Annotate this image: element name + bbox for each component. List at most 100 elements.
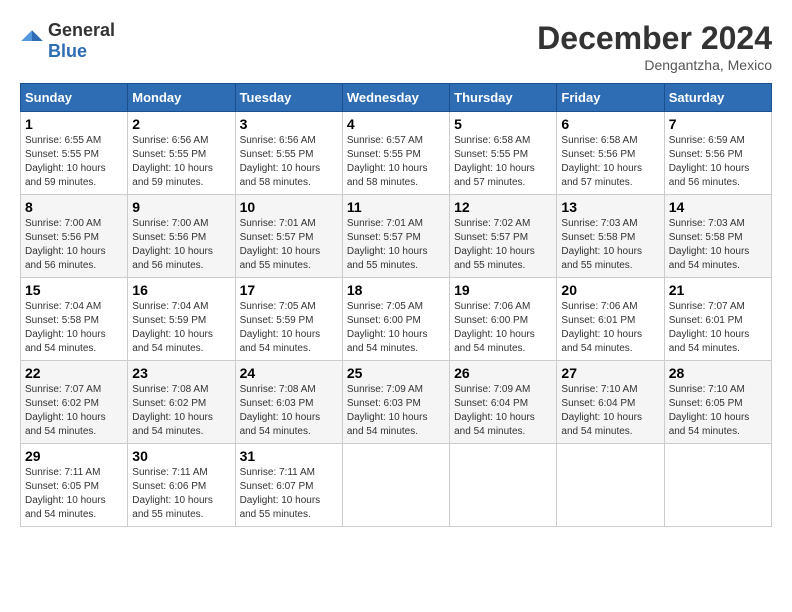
calendar-week-row: 15 Sunrise: 7:04 AM Sunset: 5:58 PM Dayl…	[21, 278, 772, 361]
col-tuesday: Tuesday	[235, 84, 342, 112]
calendar-week-row: 1 Sunrise: 6:55 AM Sunset: 5:55 PM Dayli…	[21, 112, 772, 195]
table-row: 16 Sunrise: 7:04 AM Sunset: 5:59 PM Dayl…	[128, 278, 235, 361]
day-number: 1	[25, 116, 123, 132]
day-number: 12	[454, 199, 552, 215]
day-number: 15	[25, 282, 123, 298]
day-info: Sunrise: 7:07 AM Sunset: 6:01 PM Dayligh…	[669, 300, 767, 356]
calendar-week-row: 22 Sunrise: 7:07 AM Sunset: 6:02 PM Dayl…	[21, 361, 772, 444]
day-info: Sunrise: 7:05 AM Sunset: 5:59 PM Dayligh…	[240, 300, 338, 356]
table-row: 20 Sunrise: 7:06 AM Sunset: 6:01 PM Dayl…	[557, 278, 664, 361]
day-info: Sunrise: 7:09 AM Sunset: 6:04 PM Dayligh…	[454, 383, 552, 439]
day-info: Sunrise: 7:03 AM Sunset: 5:58 PM Dayligh…	[561, 217, 659, 273]
subtitle: Dengantzha, Mexico	[537, 57, 772, 73]
day-number: 11	[347, 199, 445, 215]
day-info: Sunrise: 6:59 AM Sunset: 5:56 PM Dayligh…	[669, 134, 767, 190]
day-info: Sunrise: 7:07 AM Sunset: 6:02 PM Dayligh…	[25, 383, 123, 439]
day-number: 3	[240, 116, 338, 132]
day-info: Sunrise: 6:55 AM Sunset: 5:55 PM Dayligh…	[25, 134, 123, 190]
col-thursday: Thursday	[450, 84, 557, 112]
table-row: 29 Sunrise: 7:11 AM Sunset: 6:05 PM Dayl…	[21, 444, 128, 527]
day-number: 10	[240, 199, 338, 215]
table-row: 19 Sunrise: 7:06 AM Sunset: 6:00 PM Dayl…	[450, 278, 557, 361]
table-row	[342, 444, 449, 527]
title-area: December 2024 Dengantzha, Mexico	[537, 20, 772, 73]
day-info: Sunrise: 7:06 AM Sunset: 6:01 PM Dayligh…	[561, 300, 659, 356]
day-number: 31	[240, 448, 338, 464]
day-number: 29	[25, 448, 123, 464]
calendar: Sunday Monday Tuesday Wednesday Thursday…	[20, 83, 772, 527]
table-row: 30 Sunrise: 7:11 AM Sunset: 6:06 PM Dayl…	[128, 444, 235, 527]
day-info: Sunrise: 6:57 AM Sunset: 5:55 PM Dayligh…	[347, 134, 445, 190]
table-row: 8 Sunrise: 7:00 AM Sunset: 5:56 PM Dayli…	[21, 195, 128, 278]
table-row: 5 Sunrise: 6:58 AM Sunset: 5:55 PM Dayli…	[450, 112, 557, 195]
day-number: 25	[347, 365, 445, 381]
day-info: Sunrise: 7:10 AM Sunset: 6:05 PM Dayligh…	[669, 383, 767, 439]
day-number: 4	[347, 116, 445, 132]
day-number: 5	[454, 116, 552, 132]
table-row: 7 Sunrise: 6:59 AM Sunset: 5:56 PM Dayli…	[664, 112, 771, 195]
day-info: Sunrise: 7:00 AM Sunset: 5:56 PM Dayligh…	[25, 217, 123, 273]
table-row: 17 Sunrise: 7:05 AM Sunset: 5:59 PM Dayl…	[235, 278, 342, 361]
table-row: 26 Sunrise: 7:09 AM Sunset: 6:04 PM Dayl…	[450, 361, 557, 444]
table-row: 3 Sunrise: 6:56 AM Sunset: 5:55 PM Dayli…	[235, 112, 342, 195]
day-number: 30	[132, 448, 230, 464]
table-row: 18 Sunrise: 7:05 AM Sunset: 6:00 PM Dayl…	[342, 278, 449, 361]
col-friday: Friday	[557, 84, 664, 112]
day-info: Sunrise: 7:04 AM Sunset: 5:58 PM Dayligh…	[25, 300, 123, 356]
table-row: 1 Sunrise: 6:55 AM Sunset: 5:55 PM Dayli…	[21, 112, 128, 195]
day-number: 27	[561, 365, 659, 381]
header: General Blue December 2024 Dengantzha, M…	[20, 20, 772, 73]
logo-text: General Blue	[48, 20, 115, 62]
day-info: Sunrise: 6:56 AM Sunset: 5:55 PM Dayligh…	[240, 134, 338, 190]
table-row: 13 Sunrise: 7:03 AM Sunset: 5:58 PM Dayl…	[557, 195, 664, 278]
table-row: 14 Sunrise: 7:03 AM Sunset: 5:58 PM Dayl…	[664, 195, 771, 278]
calendar-week-row: 29 Sunrise: 7:11 AM Sunset: 6:05 PM Dayl…	[21, 444, 772, 527]
day-info: Sunrise: 7:08 AM Sunset: 6:03 PM Dayligh…	[240, 383, 338, 439]
day-info: Sunrise: 7:11 AM Sunset: 6:05 PM Dayligh…	[25, 466, 123, 522]
day-number: 6	[561, 116, 659, 132]
day-number: 24	[240, 365, 338, 381]
day-info: Sunrise: 7:09 AM Sunset: 6:03 PM Dayligh…	[347, 383, 445, 439]
col-saturday: Saturday	[664, 84, 771, 112]
day-info: Sunrise: 7:11 AM Sunset: 6:07 PM Dayligh…	[240, 466, 338, 522]
main-title: December 2024	[537, 20, 772, 57]
calendar-week-row: 8 Sunrise: 7:00 AM Sunset: 5:56 PM Dayli…	[21, 195, 772, 278]
col-sunday: Sunday	[21, 84, 128, 112]
day-number: 16	[132, 282, 230, 298]
table-row: 24 Sunrise: 7:08 AM Sunset: 6:03 PM Dayl…	[235, 361, 342, 444]
day-number: 9	[132, 199, 230, 215]
day-info: Sunrise: 6:58 AM Sunset: 5:55 PM Dayligh…	[454, 134, 552, 190]
day-number: 28	[669, 365, 767, 381]
table-row: 4 Sunrise: 6:57 AM Sunset: 5:55 PM Dayli…	[342, 112, 449, 195]
day-info: Sunrise: 7:00 AM Sunset: 5:56 PM Dayligh…	[132, 217, 230, 273]
table-row	[450, 444, 557, 527]
day-number: 18	[347, 282, 445, 298]
day-info: Sunrise: 6:56 AM Sunset: 5:55 PM Dayligh…	[132, 134, 230, 190]
day-info: Sunrise: 7:01 AM Sunset: 5:57 PM Dayligh…	[240, 217, 338, 273]
day-info: Sunrise: 6:58 AM Sunset: 5:56 PM Dayligh…	[561, 134, 659, 190]
day-number: 17	[240, 282, 338, 298]
day-info: Sunrise: 7:03 AM Sunset: 5:58 PM Dayligh…	[669, 217, 767, 273]
table-row	[557, 444, 664, 527]
col-monday: Monday	[128, 84, 235, 112]
table-row: 15 Sunrise: 7:04 AM Sunset: 5:58 PM Dayl…	[21, 278, 128, 361]
table-row: 28 Sunrise: 7:10 AM Sunset: 6:05 PM Dayl…	[664, 361, 771, 444]
day-number: 8	[25, 199, 123, 215]
table-row: 12 Sunrise: 7:02 AM Sunset: 5:57 PM Dayl…	[450, 195, 557, 278]
table-row	[664, 444, 771, 527]
day-info: Sunrise: 7:01 AM Sunset: 5:57 PM Dayligh…	[347, 217, 445, 273]
table-row: 9 Sunrise: 7:00 AM Sunset: 5:56 PM Dayli…	[128, 195, 235, 278]
table-row: 31 Sunrise: 7:11 AM Sunset: 6:07 PM Dayl…	[235, 444, 342, 527]
table-row: 23 Sunrise: 7:08 AM Sunset: 6:02 PM Dayl…	[128, 361, 235, 444]
day-number: 14	[669, 199, 767, 215]
table-row: 11 Sunrise: 7:01 AM Sunset: 5:57 PM Dayl…	[342, 195, 449, 278]
logo-icon	[20, 29, 44, 53]
table-row: 21 Sunrise: 7:07 AM Sunset: 6:01 PM Dayl…	[664, 278, 771, 361]
day-info: Sunrise: 7:04 AM Sunset: 5:59 PM Dayligh…	[132, 300, 230, 356]
day-number: 21	[669, 282, 767, 298]
day-info: Sunrise: 7:11 AM Sunset: 6:06 PM Dayligh…	[132, 466, 230, 522]
table-row: 6 Sunrise: 6:58 AM Sunset: 5:56 PM Dayli…	[557, 112, 664, 195]
day-number: 22	[25, 365, 123, 381]
logo-general: General	[48, 20, 115, 40]
day-info: Sunrise: 7:05 AM Sunset: 6:00 PM Dayligh…	[347, 300, 445, 356]
